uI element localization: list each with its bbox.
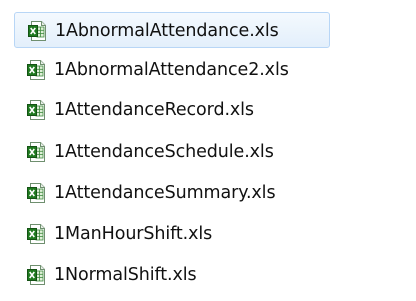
file-item-1normalshift[interactable]: 1NormalShift.xls	[14, 257, 330, 293]
excel-file-icon	[27, 60, 45, 80]
file-item-1manhourshift[interactable]: 1ManHourShift.xls	[14, 216, 330, 252]
file-name: 1ManHourShift.xls	[54, 224, 213, 244]
file-item-1abnormalattendance[interactable]: 1AbnormalAttendance.xls	[14, 12, 330, 48]
file-item-1attendanceschedule[interactable]: 1AttendanceSchedule.xls	[14, 134, 330, 170]
file-name: 1AbnormalAttendance2.xls	[54, 60, 289, 80]
excel-file-icon	[27, 142, 45, 162]
excel-file-icon	[27, 265, 45, 285]
file-name: 1AbnormalAttendance.xls	[55, 21, 279, 41]
file-item-1abnormalattendance2[interactable]: 1AbnormalAttendance2.xls	[14, 52, 330, 88]
file-name: 1AttendanceRecord.xls	[54, 100, 254, 120]
file-name: 1NormalShift.xls	[54, 265, 197, 285]
file-list: 1AbnormalAttendance.xls 1AbnormalAttenda…	[0, 0, 416, 301]
excel-file-icon	[27, 224, 45, 244]
excel-file-icon	[27, 100, 45, 120]
file-item-1attendancerecord[interactable]: 1AttendanceRecord.xls	[14, 92, 330, 128]
file-name: 1AttendanceSummary.xls	[54, 183, 276, 203]
file-item-1attendancesummary[interactable]: 1AttendanceSummary.xls	[14, 175, 330, 211]
excel-file-icon	[28, 21, 46, 41]
file-name: 1AttendanceSchedule.xls	[54, 142, 274, 162]
excel-file-icon	[27, 183, 45, 203]
